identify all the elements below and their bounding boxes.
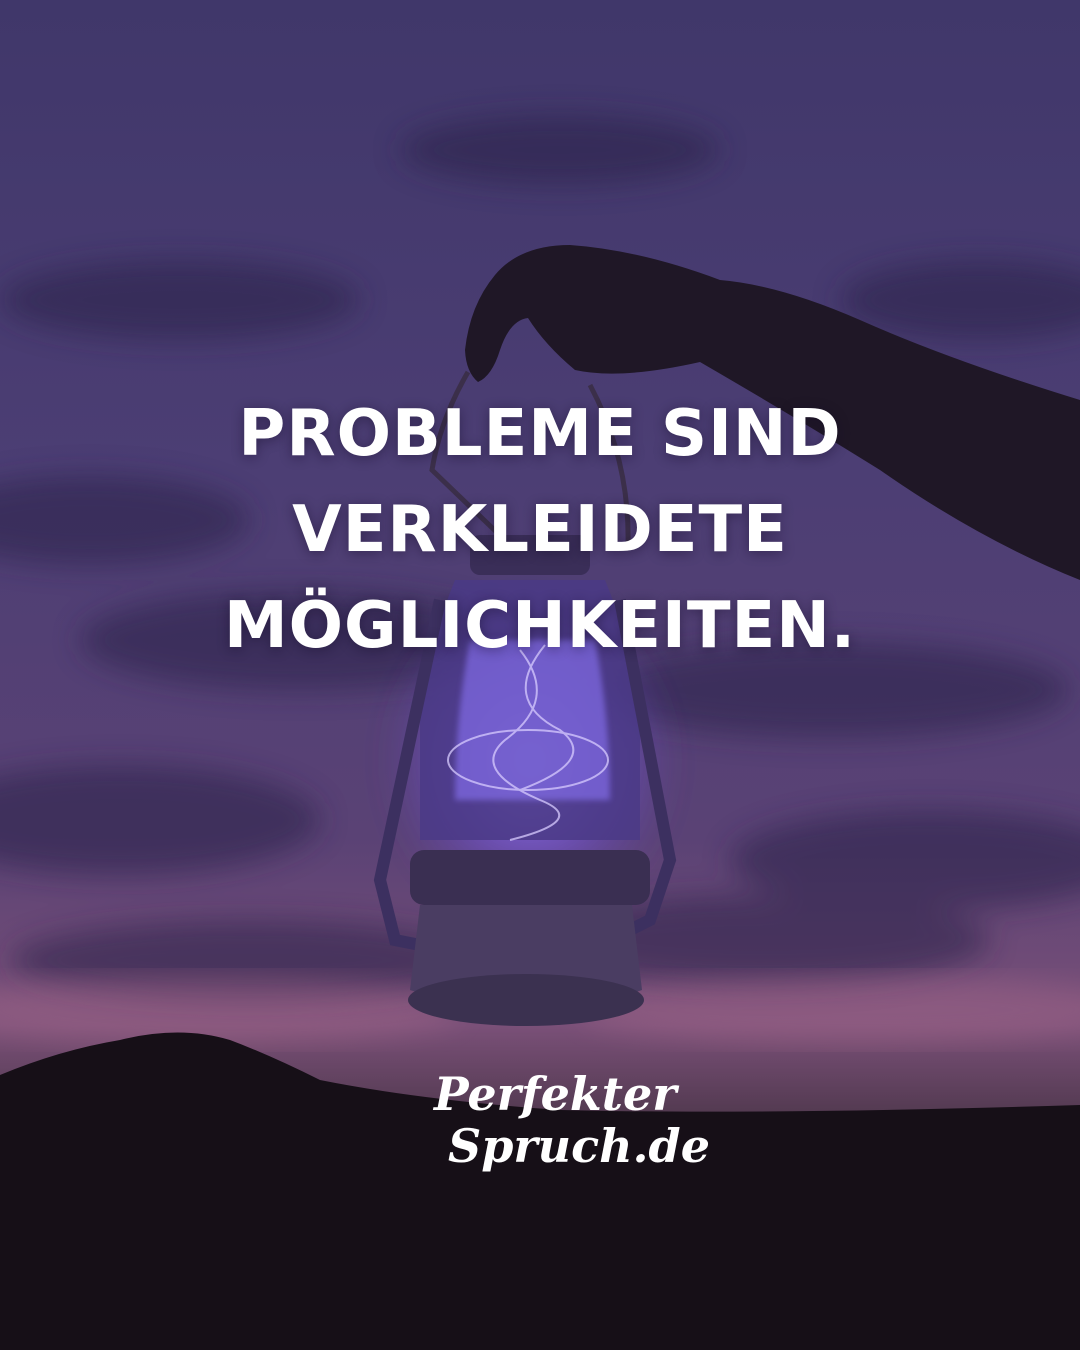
- logo-line-1: Perfekter: [434, 1067, 677, 1121]
- logo-line-2: Spruch.de: [448, 1119, 710, 1173]
- quote-text: PROBLEME SIND VERKLEIDETE MÖGLICHKEITEN.: [0, 386, 1080, 674]
- quote-line-3: MÖGLICHKEITEN.: [223, 589, 857, 663]
- quote-line-2: VERKLEIDETE: [292, 493, 788, 567]
- perfekter-spruch-logo: Perfekter Spruch.de: [420, 1067, 710, 1188]
- quote-line-1: PROBLEME SIND: [238, 397, 842, 471]
- quote-image: PROBLEME SIND VERKLEIDETE MÖGLICHKEITEN.…: [0, 0, 1080, 1350]
